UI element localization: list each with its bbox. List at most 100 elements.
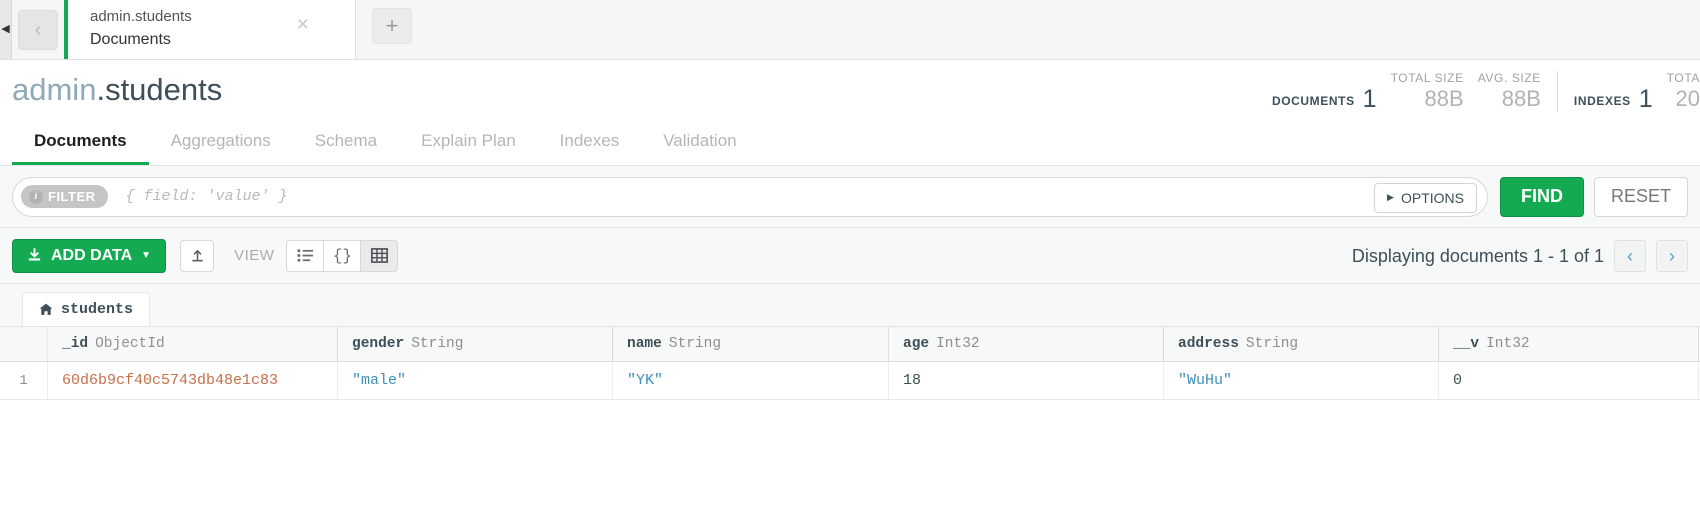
total-size-label: TOTAL SIZE <box>1390 71 1464 85</box>
options-button[interactable]: ▶ OPTIONS <box>1374 182 1477 213</box>
filter-badge-label: FILTER <box>48 189 96 204</box>
total-size-stat: TOTAL SIZE 88B <box>1391 71 1464 112</box>
prev-page-button[interactable]: ‹ <box>1614 240 1646 272</box>
cell-_id[interactable]: 60d6b9cf40c5743db48e1c83 <box>48 362 338 399</box>
chevron-right-icon: › <box>1669 245 1675 266</box>
column-header-__v[interactable]: __v Int32 <box>1439 327 1699 361</box>
chevron-left-icon: ‹ <box>34 18 42 41</box>
close-icon[interactable]: × <box>297 14 309 35</box>
next-page-button[interactable]: › <box>1656 240 1688 272</box>
cell-value: 18 <box>903 372 922 389</box>
back-button[interactable]: ‹ <box>18 9 58 50</box>
documents-stat: DOCUMENTS 1 <box>1272 86 1377 112</box>
documents-value: 1 <box>1362 85 1377 113</box>
indexes-stat: INDEXES 1 <box>1574 86 1653 112</box>
filter-input-wrap[interactable]: i FILTER { field: 'value' } ▶ OPTIONS <box>12 176 1488 217</box>
table-view-button[interactable] <box>360 239 399 272</box>
export-button[interactable] <box>180 239 215 272</box>
index-total-size-label: TOTA <box>1666 71 1700 85</box>
view-label: VIEW <box>234 247 275 264</box>
tab-aggregations-label: Aggregations <box>170 131 271 150</box>
cell-value: "WuHu" <box>1178 372 1233 389</box>
plus-icon: + <box>385 13 399 38</box>
collection-stats: DOCUMENTS 1 TOTAL SIZE 88B AVG. SIZE 88B… <box>1272 60 1700 120</box>
list-icon <box>297 249 313 262</box>
tab-validation[interactable]: Validation <box>641 131 758 165</box>
find-button[interactable]: FIND <box>1499 176 1584 217</box>
column-header-address[interactable]: address String <box>1164 327 1439 361</box>
add-data-label: ADD DATA <box>51 246 133 264</box>
find-label: FIND <box>1520 186 1563 206</box>
database-name: admin <box>12 72 97 107</box>
filter-badge[interactable]: i FILTER <box>21 185 108 208</box>
column-header-_id[interactable]: _id ObjectId <box>48 327 338 361</box>
tab-schema-label: Schema <box>314 131 378 150</box>
caret-down-icon: ▼ <box>141 250 152 261</box>
table-row[interactable]: 1 60d6b9cf40c5743db48e1c83 "male" "YK" 1… <box>0 362 1700 400</box>
column-type: String <box>411 336 464 352</box>
tab-explain-plan-label: Explain Plan <box>421 131 516 150</box>
tab-documents[interactable]: Documents <box>12 131 149 165</box>
list-view-button[interactable] <box>286 239 325 272</box>
cell-value: "male" <box>352 372 407 389</box>
tab-subtitle: Documents <box>90 31 171 48</box>
column-header-age[interactable]: age Int32 <box>889 327 1164 361</box>
row-number: 1 <box>0 362 48 399</box>
column-type: ObjectId <box>95 336 165 352</box>
indexes-label: INDEXES <box>1573 94 1631 108</box>
reset-button[interactable]: RESET <box>1593 176 1688 217</box>
info-icon: i <box>29 189 43 204</box>
cell-value: 60d6b9cf40c5743db48e1c83 <box>62 372 279 389</box>
options-label: OPTIONS <box>1400 189 1464 206</box>
cell-address[interactable]: "WuHu" <box>1164 362 1439 399</box>
collection-tab-admin-students[interactable]: admin.students Documents × <box>64 0 356 59</box>
breadcrumb-label: students <box>61 301 134 318</box>
json-view-button[interactable]: {} <box>323 239 362 272</box>
tab-aggregations[interactable]: Aggregations <box>149 131 293 165</box>
view-mode-group: {} <box>286 239 399 272</box>
filter-input[interactable]: { field: 'value' } <box>126 188 288 205</box>
documents-label: DOCUMENTS <box>1271 94 1355 108</box>
breadcrumb-item-students[interactable]: students <box>22 292 151 326</box>
window-tab-bar: ◀ ‹ admin.students Documents × + <box>0 0 1700 60</box>
collection-name: students <box>105 72 223 107</box>
documents-table: _id ObjectId gender String name String a… <box>0 326 1700 400</box>
table-icon <box>370 248 388 263</box>
documents-stat-group: DOCUMENTS 1 TOTAL SIZE 88B AVG. SIZE 88B <box>1272 71 1541 112</box>
braces-icon: {} <box>332 246 353 265</box>
export-icon <box>191 250 203 262</box>
column-header-name[interactable]: name String <box>613 327 889 361</box>
new-tab-button[interactable]: + <box>372 8 412 44</box>
caret-left-icon: ◀ <box>1 23 10 35</box>
column-name: name <box>627 336 662 352</box>
row-number-header <box>0 327 48 361</box>
tab-namespace: admin.students <box>90 8 192 25</box>
avg-size-stat: AVG. SIZE 88B <box>1478 71 1541 112</box>
collection-nav-tabs: Documents Aggregations Schema Explain Pl… <box>0 120 1700 166</box>
back-button-wrap[interactable]: ‹ <box>12 0 64 59</box>
cell-value: "YK" <box>627 372 664 389</box>
cell-name[interactable]: "YK" <box>613 362 889 399</box>
sidebar-collapse-toggle[interactable]: ◀ <box>0 0 12 59</box>
indexes-stat-group: INDEXES 1 TOTA 20 <box>1556 71 1700 112</box>
cell-gender[interactable]: "male" <box>338 362 613 399</box>
column-type: Int32 <box>1486 336 1530 352</box>
chevron-left-icon: ‹ <box>1627 245 1633 266</box>
tab-schema[interactable]: Schema <box>293 131 399 165</box>
column-header-gender[interactable]: gender String <box>338 327 613 361</box>
tab-validation-label: Validation <box>663 131 737 150</box>
column-type: Int32 <box>936 336 980 352</box>
tab-explain-plan[interactable]: Explain Plan <box>399 131 538 165</box>
pagination: Displaying documents 1 - 1 of 1 ‹ › <box>1352 228 1688 284</box>
tab-documents-label: Documents <box>34 131 127 150</box>
breadcrumb: students <box>0 284 1700 326</box>
pagination-text: Displaying documents 1 - 1 of 1 <box>1351 245 1604 266</box>
tab-indexes[interactable]: Indexes <box>538 131 642 165</box>
title-separator: . <box>96 72 106 107</box>
column-name: gender <box>352 336 405 352</box>
total-size-value: 88B <box>1424 86 1464 111</box>
cell-value: 0 <box>1453 372 1463 389</box>
add-data-button[interactable]: ADD DATA ▼ <box>12 238 167 273</box>
cell-__v[interactable]: 0 <box>1439 362 1699 399</box>
cell-age[interactable]: 18 <box>889 362 1164 399</box>
